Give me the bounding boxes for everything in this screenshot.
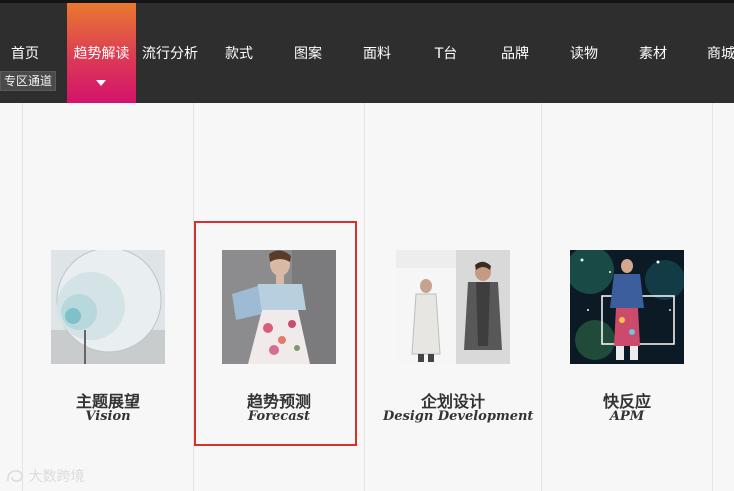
column-divider: [22, 103, 23, 491]
nav-item-label: 素材: [639, 46, 667, 62]
nav-item-patterns[interactable]: 图案: [275, 3, 341, 103]
zone-channel-button[interactable]: 专区通道: [0, 71, 57, 91]
nav-item-runway[interactable]: T台: [413, 3, 479, 103]
nav-item-materials[interactable]: 素材: [620, 3, 686, 103]
nav-item-label: T台: [434, 46, 458, 62]
nav-item-label: 流行分析: [142, 46, 198, 62]
card-title-en: Design Development: [383, 409, 534, 424]
card-title-en: APM: [609, 409, 645, 424]
nav-item-mall[interactable]: 商城: [701, 3, 734, 103]
nav-item-label: 款式: [225, 46, 253, 62]
design-development-image[interactable]: [396, 250, 510, 364]
nav-item-label: 首页: [11, 46, 39, 62]
nav-item-label: 商城: [707, 46, 734, 62]
column-divider: [712, 103, 713, 491]
nav-item-label: 读物: [570, 46, 598, 62]
nav-item-label: 品牌: [501, 46, 529, 62]
nav-item-fabrics[interactable]: 面料: [344, 3, 410, 103]
caret-down-icon: [96, 80, 106, 86]
nav-item-label: 图案: [294, 46, 322, 62]
nav-item-label: 面料: [363, 46, 391, 62]
column-divider: [541, 103, 542, 491]
watermark-text: 大数跨境: [28, 469, 85, 485]
nav-item-styles[interactable]: 款式: [206, 3, 272, 103]
card-title-en: Vision: [85, 409, 131, 424]
highlight-box: [194, 221, 357, 446]
watermark-logo-icon: [6, 469, 24, 483]
apm-image[interactable]: [570, 250, 684, 364]
nav-item-label: 趋势解读: [73, 46, 130, 62]
vision-image[interactable]: [51, 250, 165, 364]
nav-item-reading[interactable]: 读物: [551, 3, 617, 103]
nav-item-popular-analysis[interactable]: 流行分析: [137, 3, 203, 103]
watermark: 大数跨境: [6, 466, 84, 486]
nav-item-trend-analysis[interactable]: 趋势解读: [67, 3, 136, 103]
column-divider: [364, 103, 365, 491]
nav-item-brands[interactable]: 品牌: [482, 3, 548, 103]
